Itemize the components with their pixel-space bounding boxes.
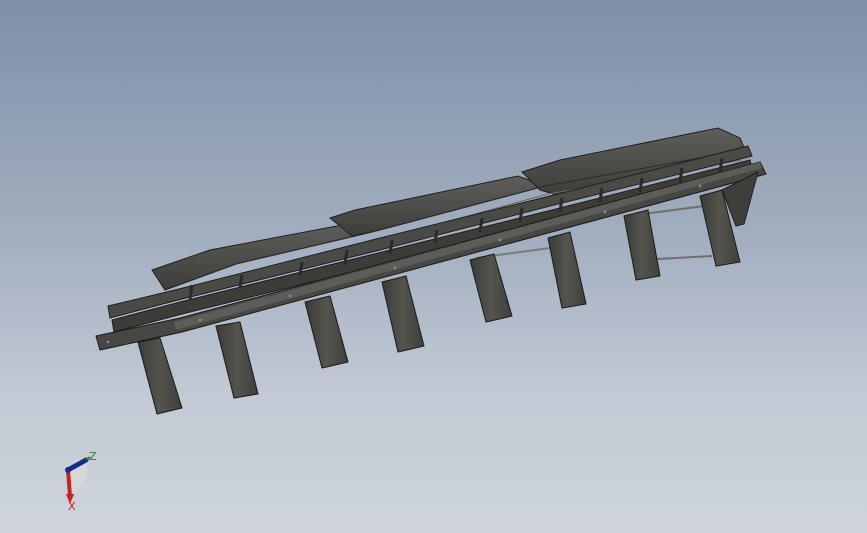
- support-leg: [469, 253, 513, 323]
- orientation-triad: [65, 456, 91, 504]
- support-leg: [137, 337, 183, 415]
- support-leg: [381, 275, 425, 353]
- conveyor-frame-model[interactable]: [0, 0, 867, 533]
- cad-graphics-viewport[interactable]: Z X: [0, 0, 867, 533]
- support-leg: [547, 231, 587, 309]
- triad-x-label: X: [68, 500, 76, 513]
- triad-x-axis: [66, 469, 72, 497]
- support-leg: [623, 209, 661, 281]
- support-leg: [304, 295, 349, 369]
- upper-side-rail: [107, 145, 754, 333]
- support-leg: [215, 321, 259, 399]
- triad-z-label: Z: [89, 450, 97, 463]
